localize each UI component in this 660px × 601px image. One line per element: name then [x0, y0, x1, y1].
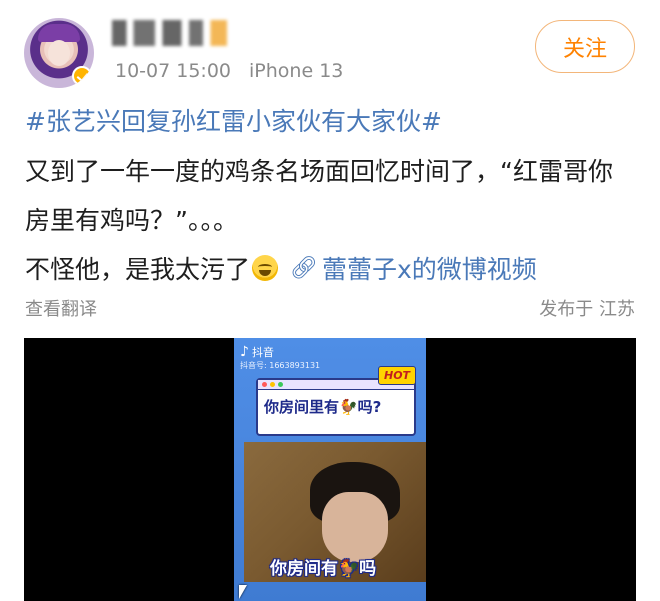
post-body-line-1: 又到了一年一度的鸡条名场面回忆时间了，“红雷哥你 — [25, 157, 613, 186]
caption-card: 你房间里有🐓吗? — [256, 378, 416, 436]
douyin-label: 抖音 — [251, 346, 274, 359]
window-dot-red-icon — [262, 382, 267, 387]
avatar[interactable] — [24, 18, 94, 88]
post-timestamp: 10-07 15:00 — [115, 60, 232, 82]
post-device: iPhone 13 — [249, 60, 344, 82]
window-dot-yellow-icon — [270, 382, 275, 387]
video-link[interactable]: 蕾蕾子x的微博视频 — [322, 250, 537, 286]
caption-card-text: 你房间里有🐓吗? — [264, 398, 382, 416]
translate-button[interactable]: 查看翻译 — [25, 295, 97, 321]
follow-button[interactable]: 关注 — [535, 20, 635, 73]
avatar-face — [48, 40, 70, 66]
hot-badge: HOT — [378, 366, 417, 385]
video-frame: ♪ 抖音 抖音号: 1663893131 你房间里有🐓吗? HOT 你房间有🐓吗 — [234, 338, 426, 601]
window-dot-green-icon — [278, 382, 283, 387]
douyin-note-icon: ♪ — [240, 344, 249, 360]
video-subtitle: 你房间有🐓吗 — [270, 559, 377, 579]
verified-badge-icon — [72, 66, 92, 86]
video-player[interactable]: ♪ 抖音 抖音号: 1663893131 你房间里有🐓吗? HOT 你房间有🐓吗 — [24, 338, 636, 601]
link-icon: 🔗︎ — [290, 255, 318, 281]
post-body-text: 不怪他，是我太污了 — [25, 255, 251, 284]
author-name-blurred[interactable] — [112, 20, 232, 46]
laughing-emoji-icon — [252, 255, 279, 281]
post-body-line-3: 不怪他，是我太污了 🔗︎ 蕾蕾子x的微博视频 — [25, 250, 537, 286]
post-meta: 10-07 15:00 iPhone 13 — [115, 60, 343, 82]
hashtag-link[interactable]: #张艺兴回复孙红雷小家伙有大家伙# — [25, 102, 442, 138]
post-body-line-2: 房里有鸡吗？”。。。 — [25, 206, 238, 235]
person-face — [322, 492, 388, 562]
douyin-id: 抖音号: 1663893131 — [240, 361, 321, 370]
post-location: 发布于 江苏 — [539, 299, 635, 320]
douyin-logo: ♪ 抖音 — [240, 344, 274, 360]
mouse-cursor-icon — [239, 585, 247, 599]
